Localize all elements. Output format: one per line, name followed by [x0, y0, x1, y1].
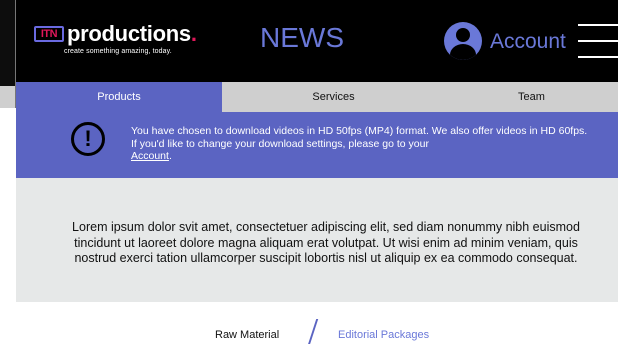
notice-message: You have chosen to download videos in HD… — [131, 125, 591, 163]
hamburger-bar — [578, 24, 618, 26]
page-title: NEWS — [260, 22, 344, 53]
body-text: Lorem ipsum dolor svit amet, consectetue… — [72, 220, 580, 265]
left-edge-dark — [0, 0, 16, 86]
editorial-packages-link[interactable]: Editorial Packages — [338, 329, 429, 341]
header-bar: ITN productions . create something amazi… — [16, 0, 618, 82]
sub-navigation: Raw Material Editorial Packages — [16, 318, 618, 344]
tab-bar: Products Services Team — [16, 82, 618, 112]
hamburger-menu-icon[interactable] — [578, 24, 618, 58]
hamburger-bar — [578, 56, 618, 58]
download-notice-banner: ! You have chosen to download videos in … — [16, 112, 618, 178]
hamburger-bar — [578, 40, 618, 42]
raw-material-link[interactable]: Raw Material — [215, 329, 279, 341]
logo-wordmark: productions — [67, 21, 191, 46]
app-frame: ITN productions . create something amazi… — [16, 0, 618, 344]
separator-slash — [307, 319, 319, 344]
account-label: Account — [490, 29, 566, 53]
account-settings-link[interactable]: Account — [131, 150, 169, 162]
notice-text: You have chosen to download videos in HD… — [131, 125, 588, 150]
left-edge-fragment — [0, 0, 16, 108]
avatar-body-shape — [450, 44, 476, 60]
logo-dot: . — [190, 21, 197, 46]
tab-services[interactable]: Services — [222, 82, 445, 112]
user-avatar-icon — [444, 22, 482, 60]
logo-row: ITN productions . — [34, 22, 197, 46]
left-edge-grey — [0, 86, 16, 108]
notice-suffix: . — [168, 150, 172, 162]
account-button[interactable]: Account — [444, 22, 566, 60]
itn-logo-text: ITN — [40, 27, 58, 40]
exclamation-circle-icon: ! — [71, 122, 105, 156]
content-panel: Lorem ipsum dolor svit amet, consectetue… — [16, 178, 618, 302]
tab-team[interactable]: Team — [445, 82, 618, 112]
avatar-head-shape — [456, 28, 470, 42]
itn-logo-badge: ITN — [34, 26, 64, 42]
tab-products[interactable]: Products — [16, 82, 222, 112]
nav-separator — [307, 319, 319, 344]
brand-logo[interactable]: ITN productions . create something amazi… — [34, 22, 197, 55]
logo-tagline: create something amazing, today. — [64, 48, 172, 55]
